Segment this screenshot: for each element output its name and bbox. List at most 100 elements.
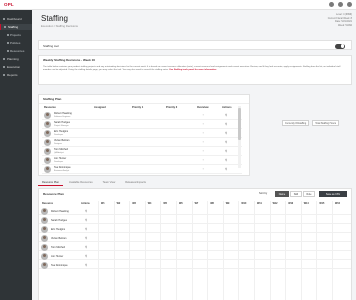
notice-title: Weekly Staffing Decisions - Week 16 bbox=[43, 58, 95, 62]
table-row: Jon Hunter Developer ◔ ⚲ bbox=[42, 156, 242, 165]
overview-icon[interactable]: ◔ bbox=[202, 114, 204, 117]
assign-icon[interactable]: ⚲ bbox=[225, 114, 227, 117]
user-icon[interactable] bbox=[347, 2, 352, 7]
staffing-tool-toggle[interactable] bbox=[335, 43, 345, 49]
overview-icon[interactable]: ◔ bbox=[202, 150, 204, 153]
sort-name-button[interactable]: Name bbox=[275, 191, 289, 197]
overview-icon[interactable]: ◔ bbox=[202, 132, 204, 135]
overview-icon[interactable]: ◔ bbox=[202, 168, 204, 171]
staffing-plan-scrollbar[interactable] bbox=[238, 106, 241, 168]
tab-releases-impacts[interactable]: Releases/Impacts bbox=[121, 180, 150, 186]
resource-role: Developer bbox=[54, 160, 64, 163]
resource-role: Developer bbox=[54, 133, 64, 136]
brand-logo: OPL bbox=[4, 2, 14, 7]
column-header: W2 bbox=[116, 202, 121, 205]
assign-icon[interactable]: ⚲ bbox=[85, 209, 87, 213]
sidebar-item-label: Staffing bbox=[8, 25, 19, 29]
avatar bbox=[44, 139, 51, 146]
execution-icon bbox=[3, 66, 5, 68]
resource-name: Eric Hudgins bbox=[51, 227, 66, 231]
assign-icon[interactable]: ⚲ bbox=[225, 168, 227, 171]
assign-icon[interactable]: ⚲ bbox=[225, 123, 227, 126]
column-header: Assigned bbox=[94, 106, 106, 109]
resource-name: Vivian Beltran bbox=[51, 236, 67, 240]
tab-resource-plan[interactable]: Resource Plan bbox=[38, 180, 64, 186]
staffing-tool-bar: Staffing tool bbox=[38, 40, 352, 50]
resource-role: Software Engineer bbox=[54, 115, 71, 118]
avatar bbox=[44, 166, 51, 173]
table-row: Tom Mitchell QA Analyst ◔ ⚲ bbox=[42, 147, 242, 156]
column-header: W10 bbox=[241, 202, 247, 205]
bell-icon[interactable] bbox=[338, 2, 343, 7]
column-header: W16 bbox=[335, 202, 340, 205]
column-header: W8 bbox=[210, 202, 214, 205]
dashboard-icon bbox=[3, 18, 5, 20]
hours-select[interactable]: Total Staffing Hours bbox=[312, 120, 340, 126]
assign-icon[interactable]: ⚲ bbox=[85, 236, 87, 240]
assign-icon[interactable]: ⚲ bbox=[225, 141, 227, 144]
sidebar-item-reports[interactable]: Reports bbox=[0, 72, 32, 78]
column-header: W13 bbox=[288, 202, 294, 205]
table-row: Eric Hudgins Developer ◔ ⚲ bbox=[42, 129, 242, 138]
avatar bbox=[44, 130, 51, 137]
table-row: Eric Hudgins ⚲ bbox=[39, 225, 351, 233]
sidebar-item-planning[interactable]: Planning bbox=[0, 56, 32, 62]
assign-icon[interactable]: ⚲ bbox=[85, 254, 87, 258]
resource-name: Jon Hunter bbox=[51, 254, 64, 258]
resource-plan-panel: Resource Plan Sort by Name Skill Role Sa… bbox=[38, 188, 352, 300]
overview-icon[interactable]: ◔ bbox=[202, 159, 204, 162]
sidebar-item-label: Dashboard bbox=[7, 17, 22, 21]
reports-icon bbox=[3, 74, 5, 76]
divider bbox=[39, 103, 249, 104]
sort-skill-button[interactable]: Skill bbox=[290, 191, 302, 197]
assign-icon[interactable]: ⚲ bbox=[225, 150, 227, 153]
sidebar-item-label: Policies bbox=[10, 41, 21, 45]
table-row: Vivian Beltran Designer ◔ ⚲ bbox=[42, 138, 242, 147]
overview-icon[interactable]: ◔ bbox=[202, 141, 204, 144]
help-icon[interactable] bbox=[329, 2, 334, 7]
resources-icon bbox=[7, 50, 9, 52]
overview-icon[interactable]: ◔ bbox=[202, 123, 204, 126]
projects-icon bbox=[7, 34, 9, 36]
resource-role: Designer bbox=[54, 142, 63, 145]
resource-name: Sarah Hodges bbox=[51, 218, 67, 222]
avatar bbox=[41, 207, 48, 215]
avatar bbox=[44, 121, 51, 128]
column-header: Actions bbox=[222, 106, 232, 109]
sidebar-item-execution[interactable]: Execution bbox=[0, 64, 32, 70]
sidebar-item-label: Execution bbox=[7, 65, 21, 69]
save-csv-button[interactable]: Save as CSV bbox=[319, 191, 347, 197]
column-header: W5 bbox=[163, 202, 167, 205]
tab-available-resources[interactable]: Available Resources bbox=[65, 180, 97, 186]
avatar bbox=[41, 261, 48, 269]
sidebar-item-projects[interactable]: Projects bbox=[0, 32, 32, 38]
assign-icon[interactable]: ⚲ bbox=[225, 132, 227, 135]
column-header: Priority 2 bbox=[166, 106, 178, 109]
sidebar: Dashboard Staffing Projects Policies Res… bbox=[0, 10, 32, 300]
sidebar-item-label: Reports bbox=[7, 73, 18, 77]
assign-icon[interactable]: ⚲ bbox=[225, 159, 227, 162]
column-header: Actions bbox=[81, 202, 90, 205]
planning-icon bbox=[3, 58, 5, 60]
sidebar-item-dashboard[interactable]: Dashboard bbox=[0, 16, 32, 22]
sort-role-button[interactable]: Role bbox=[303, 191, 315, 197]
column-header: Priority 1 bbox=[132, 106, 144, 109]
column-header: W11 bbox=[257, 202, 262, 205]
assign-icon[interactable]: ⚲ bbox=[85, 227, 87, 231]
sidebar-item-resources[interactable]: Resources bbox=[0, 48, 32, 54]
assign-icon[interactable]: ⚲ bbox=[85, 263, 87, 267]
avatar bbox=[41, 234, 48, 242]
weekly-notice: Weekly Staffing Decisions - Week 16 The … bbox=[38, 55, 352, 85]
resource-name: Tom Mitchell bbox=[51, 245, 65, 249]
sidebar-item-label: Projects bbox=[10, 33, 21, 37]
avatar bbox=[44, 157, 51, 164]
sidebar-item-policies[interactable]: Policies bbox=[0, 40, 32, 46]
assign-icon[interactable]: ⚲ bbox=[85, 218, 87, 222]
tab-team-view[interactable]: Team View bbox=[99, 180, 120, 186]
breadcrumb: Execution / Staffing Decisions bbox=[41, 24, 78, 28]
sidebar-item-staffing[interactable]: Staffing bbox=[0, 24, 32, 30]
table-row: Sarah Hodges ⚲ bbox=[39, 216, 351, 224]
resource-name: Tea Dominique bbox=[51, 263, 68, 267]
staffing-filter-select[interactable]: Currently #Ostaffing bbox=[282, 120, 310, 126]
assign-icon[interactable]: ⚲ bbox=[85, 245, 87, 249]
